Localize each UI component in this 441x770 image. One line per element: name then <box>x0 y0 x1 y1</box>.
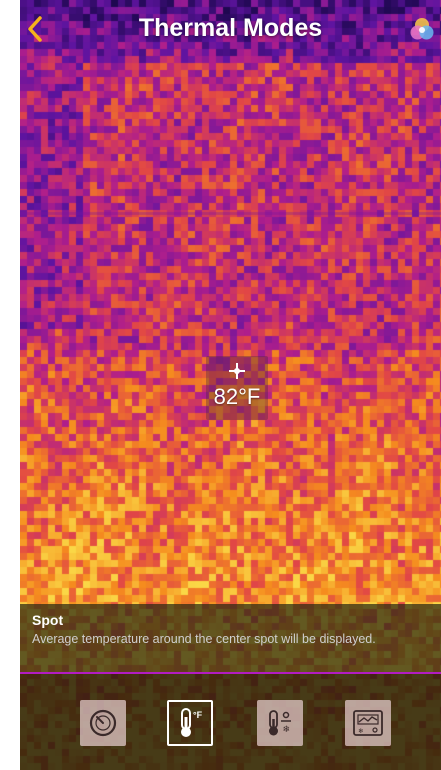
dial-icon <box>89 709 117 737</box>
svg-text:❄: ❄ <box>283 725 291 735</box>
thermometer-fahrenheit-icon: °F <box>181 708 203 737</box>
mode-toolbar: °F ❄ ❄ <box>20 674 441 770</box>
mode-description: Average temperature around the center sp… <box>32 632 376 646</box>
crosshair-icon <box>229 363 245 379</box>
mode-title: Spot <box>32 612 64 628</box>
mode-button-graph[interactable]: ❄ <box>345 700 391 746</box>
mode-info-panel: Spot Average temperature around the cent… <box>20 604 441 674</box>
mode-button-dial[interactable] <box>80 700 126 746</box>
mode-button-range[interactable]: ❄ <box>257 700 303 746</box>
color-palette-icon[interactable] <box>409 16 435 42</box>
top-bar: Thermal Modes <box>20 0 441 58</box>
spot-temperature: 82°F <box>213 384 261 409</box>
graph-panel-icon: ❄ <box>353 710 383 736</box>
thermal-camera-view: Thermal Modes 82°F Spot Average temperat… <box>20 0 441 770</box>
svg-text:❄: ❄ <box>358 727 363 735</box>
unit-label: °F <box>193 710 203 720</box>
thermometer-range-icon: ❄ <box>269 710 291 736</box>
page-title: Thermal Modes <box>138 14 323 42</box>
mode-button-spot[interactable]: °F <box>167 700 213 746</box>
spot-meter: 82°F <box>206 356 268 420</box>
